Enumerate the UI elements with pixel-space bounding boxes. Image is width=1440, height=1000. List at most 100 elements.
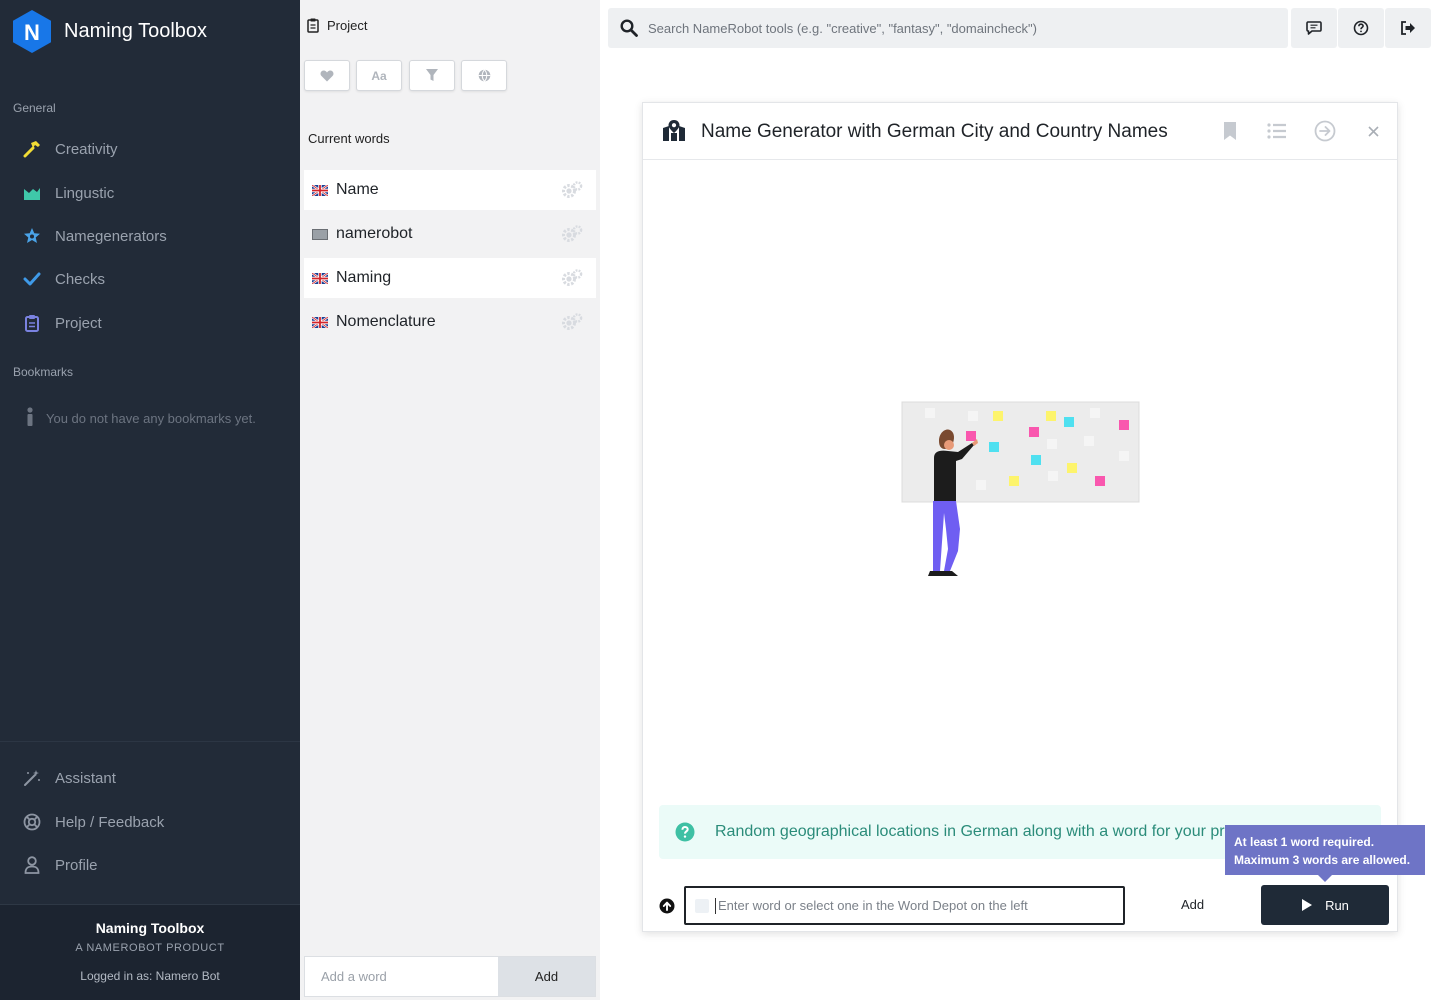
filter-button[interactable] (409, 60, 455, 91)
uk-flag-icon (312, 184, 328, 196)
word-label: Naming (336, 269, 392, 286)
tooltip-line-1: At least 1 word required. (1234, 835, 1375, 849)
upload-arrow-icon[interactable] (659, 898, 675, 914)
filter-favorites-button[interactable] (304, 60, 350, 91)
depot-header: Project (307, 18, 367, 33)
nav-label: Help / Feedback (55, 813, 165, 831)
list-view-button[interactable] (1265, 119, 1289, 143)
word-item[interactable]: Nomenclature (304, 302, 596, 342)
help-button[interactable] (1338, 8, 1384, 48)
nav-creativity[interactable]: Creativity (22, 139, 118, 159)
word-label: Name (336, 181, 379, 198)
logged-in-as: Logged in as: Namero Bot (80, 969, 220, 983)
nav-assistant[interactable]: Assistant (22, 768, 116, 788)
add-word-link[interactable]: Add (1181, 897, 1204, 912)
footer-title: Naming Toolbox (95, 920, 205, 936)
list-icon (1267, 123, 1286, 139)
font-case-icon: Aa (371, 68, 387, 83)
uk-flag-icon (312, 316, 328, 328)
map-pin-icon (663, 120, 685, 141)
add-word-button[interactable]: Add (498, 957, 595, 996)
user-icon (22, 855, 42, 875)
gears-icon[interactable] (561, 313, 583, 331)
sidebar-divider (0, 741, 300, 742)
search-bar (608, 8, 1288, 48)
nav-profile[interactable]: Profile (22, 855, 98, 875)
section-bookmarks: Bookmarks (13, 365, 74, 379)
gears-icon[interactable] (561, 269, 583, 287)
word-item[interactable]: namerobot (304, 214, 596, 254)
logo-letter: N (24, 20, 40, 45)
globe-icon (478, 69, 490, 82)
word-checkbox[interactable] (695, 898, 709, 913)
question-circle-icon (675, 822, 695, 842)
close-icon (1367, 125, 1379, 137)
bookmark-button[interactable] (1218, 119, 1242, 143)
star-badge-icon (22, 226, 42, 246)
play-icon (1302, 899, 1313, 911)
add-word-input[interactable] (305, 957, 498, 996)
lifebuoy-icon (22, 812, 42, 832)
arrow-right-circle-icon (1314, 120, 1336, 142)
close-button[interactable] (1361, 119, 1385, 143)
footer-subtitle: A NAMEROBOT PRODUCT (75, 942, 225, 954)
namerobot-logo-icon: N (13, 10, 51, 53)
filter-language-button[interactable] (461, 60, 507, 91)
nav-label: Profile (55, 856, 98, 874)
word-item[interactable]: Naming (304, 258, 596, 298)
nav-project[interactable]: Project (22, 313, 102, 333)
run-requirements-tooltip: At least 1 word required. Maximum 3 word… (1225, 825, 1425, 882)
unknown-flag-icon (312, 228, 328, 240)
tooltip-line-2: Maximum 3 words are allowed. (1234, 853, 1411, 867)
chat-icon (1306, 21, 1322, 35)
sidebar-footer: Naming Toolbox A NAMEROBOT PRODUCT Logge… (0, 904, 300, 1000)
empty-state-illustration (901, 401, 1140, 576)
nav-label: Lingustic (55, 184, 115, 202)
search-input[interactable] (648, 20, 1288, 36)
logout-icon (1401, 21, 1415, 35)
help-icon (1353, 20, 1369, 36)
bookmarks-empty-note: You do not have any bookmarks yet. (26, 407, 256, 430)
tool-title: Name Generator with German City and Coun… (701, 121, 1168, 142)
clipboard-icon (307, 18, 319, 33)
nav-checks[interactable]: Checks (22, 269, 105, 289)
run-label: Run (1325, 897, 1349, 913)
gears-icon[interactable] (561, 225, 583, 243)
nav-lingustic[interactable]: Lingustic (22, 183, 114, 203)
info-icon (26, 407, 34, 430)
clipboard-icon (22, 313, 42, 333)
word-label: namerobot (336, 225, 413, 242)
brand[interactable]: N Naming Toolbox (13, 10, 207, 53)
app-title: Naming Toolbox (64, 20, 208, 42)
word-label: Nomenclature (336, 313, 436, 330)
check-icon (22, 269, 42, 289)
uk-flag-icon (312, 272, 328, 284)
word-input-box (684, 886, 1125, 925)
word-depot: Project Aa Current words Name namerobot … (300, 0, 600, 1000)
tool-description-text: Random geographical locations in German … (715, 823, 1225, 840)
nav-label: Creativity (55, 140, 118, 158)
bookmark-icon (1224, 122, 1236, 140)
filter-case-button[interactable]: Aa (356, 60, 402, 91)
filter-icon (426, 69, 438, 81)
add-word-form: Add (304, 956, 596, 997)
nav-label: Assistant (55, 769, 116, 787)
nav-label: Namegenerators (55, 227, 167, 245)
chart-icon (22, 183, 42, 203)
word-input[interactable] (715, 897, 1123, 914)
word-item[interactable]: Name (304, 170, 596, 210)
depot-title: Project (327, 18, 368, 33)
search-icon (620, 19, 638, 37)
logout-button[interactable] (1385, 8, 1431, 48)
current-words-label: Current words (308, 131, 390, 146)
magic-wand-icon (22, 768, 42, 788)
hammer-icon (22, 139, 42, 159)
next-step-button[interactable] (1313, 119, 1337, 143)
nav-namegenerators[interactable]: Namegenerators (22, 226, 167, 246)
chat-button[interactable] (1291, 8, 1337, 48)
run-button[interactable]: Run (1261, 885, 1389, 925)
nav-help-feedback[interactable]: Help / Feedback (22, 812, 164, 832)
tool-panel: Name Generator with German City and Coun… (642, 102, 1398, 932)
gears-icon[interactable] (561, 181, 583, 199)
sidebar: N Naming Toolbox General Creativity Ling… (0, 0, 300, 1000)
